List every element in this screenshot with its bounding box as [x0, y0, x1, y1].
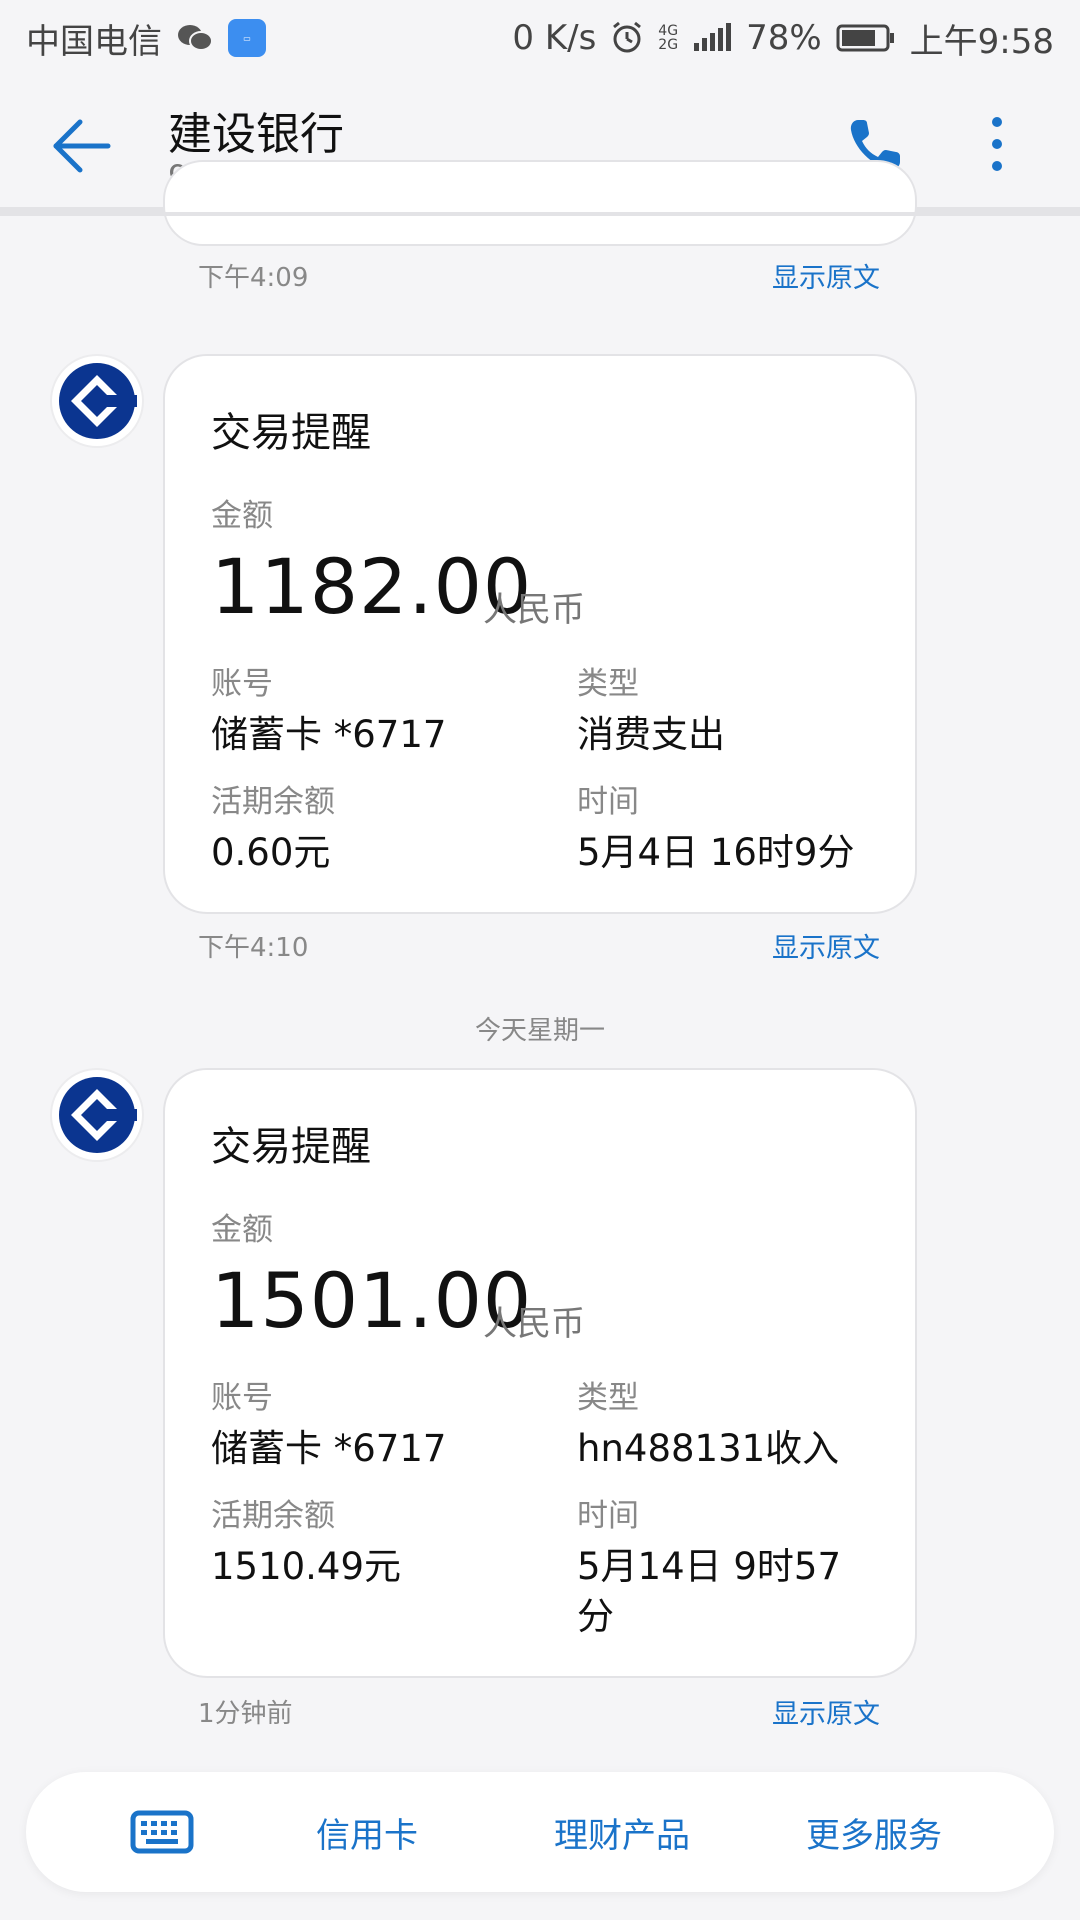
message-bubble-partial[interactable] [163, 160, 917, 246]
time-label: 时间 [577, 784, 639, 820]
clock: 上午9:58 [909, 21, 1054, 62]
back-arrow-icon[interactable] [50, 114, 114, 178]
account-label: 账号 [211, 666, 273, 702]
card-title: 交易提醒 [211, 1124, 371, 1170]
amount-label: 金额 [211, 1212, 273, 1248]
status-right: 0 K/s 4G 2G 78% 上午9:58 [512, 14, 1054, 63]
menu-more-services[interactable]: 更多服务 [806, 1808, 942, 1857]
ccb-logo-icon [59, 363, 137, 439]
show-original-link[interactable]: 显示原文 [772, 926, 880, 965]
keyboard-icon[interactable] [130, 1810, 194, 1854]
avatar[interactable] [50, 354, 144, 448]
account-label: 账号 [211, 1380, 273, 1416]
amount-label: 金额 [211, 498, 273, 534]
time-value: 5月4日 16时9分 [577, 831, 855, 874]
show-original-link[interactable]: 显示原文 [772, 1692, 880, 1731]
type-label: 类型 [577, 666, 639, 702]
header-divider [0, 212, 1080, 216]
status-left: 中国电信 ▭ [26, 14, 266, 63]
type-label: 类型 [577, 1380, 639, 1416]
carrier-label: 中国电信 [26, 21, 162, 62]
net-speed: 0 K/s [512, 18, 597, 58]
network-type-icon: 4G 2G [658, 23, 679, 53]
show-original-link[interactable]: 显示原文 [772, 256, 880, 295]
more-options-icon[interactable] [980, 112, 1014, 176]
account-value: 储蓄卡 *6717 [211, 1427, 447, 1470]
currency-label: 人民币 [483, 590, 585, 630]
time-value-line1: 5月14日 9时57 [577, 1545, 842, 1588]
contact-name: 建设银行 [168, 109, 344, 160]
date-separator: 今天星期一 [474, 1016, 605, 1046]
type-value: hn488131收入 [577, 1427, 840, 1470]
battery-percent: 78% [746, 18, 822, 58]
ccb-logo-icon [59, 1077, 137, 1153]
balance-value: 1510.49元 [211, 1545, 402, 1588]
balance-label: 活期余额 [211, 1498, 335, 1534]
app-notification-icon: ▭ [228, 19, 266, 57]
card-title: 交易提醒 [211, 410, 371, 456]
message-meta: 1分钟前 显示原文 [198, 1692, 880, 1731]
status-bar: 中国电信 ▭ 0 K/s 4G 2G 78% 上午9:58 [0, 0, 1080, 76]
account-value: 储蓄卡 *6717 [211, 713, 447, 756]
balance-label: 活期余额 [211, 784, 335, 820]
alarm-icon [613, 21, 642, 53]
transaction-card[interactable]: 交易提醒 金额 1501.00 人民币 账号 储蓄卡 *6717 类型 hn48… [163, 1068, 917, 1678]
time-value-line2: 分 [577, 1595, 614, 1638]
wechat-icon [178, 25, 213, 51]
message-meta: 下午4:10 显示原文 [198, 926, 880, 965]
message-timestamp: 1分钟前 [198, 1699, 293, 1729]
avatar[interactable] [50, 1068, 144, 1162]
menu-credit-card[interactable]: 信用卡 [316, 1808, 418, 1857]
transaction-card[interactable]: 交易提醒 金额 1182.00 人民币 账号 储蓄卡 *6717 类型 消费支出… [163, 354, 917, 914]
battery-icon [836, 24, 894, 52]
time-label: 时间 [577, 1498, 639, 1534]
bottom-menu-bar: 信用卡 理财产品 更多服务 [26, 1772, 1054, 1892]
message-timestamp: 下午4:10 [198, 933, 309, 963]
currency-label: 人民币 [483, 1304, 585, 1344]
message-timestamp: 下午4:09 [198, 263, 309, 293]
balance-value: 0.60元 [211, 831, 331, 874]
type-value: 消费支出 [577, 713, 725, 756]
signal-icon [694, 23, 732, 51]
menu-wealth-products[interactable]: 理财产品 [554, 1808, 690, 1857]
message-meta: 下午4:09 显示原文 [198, 256, 880, 295]
